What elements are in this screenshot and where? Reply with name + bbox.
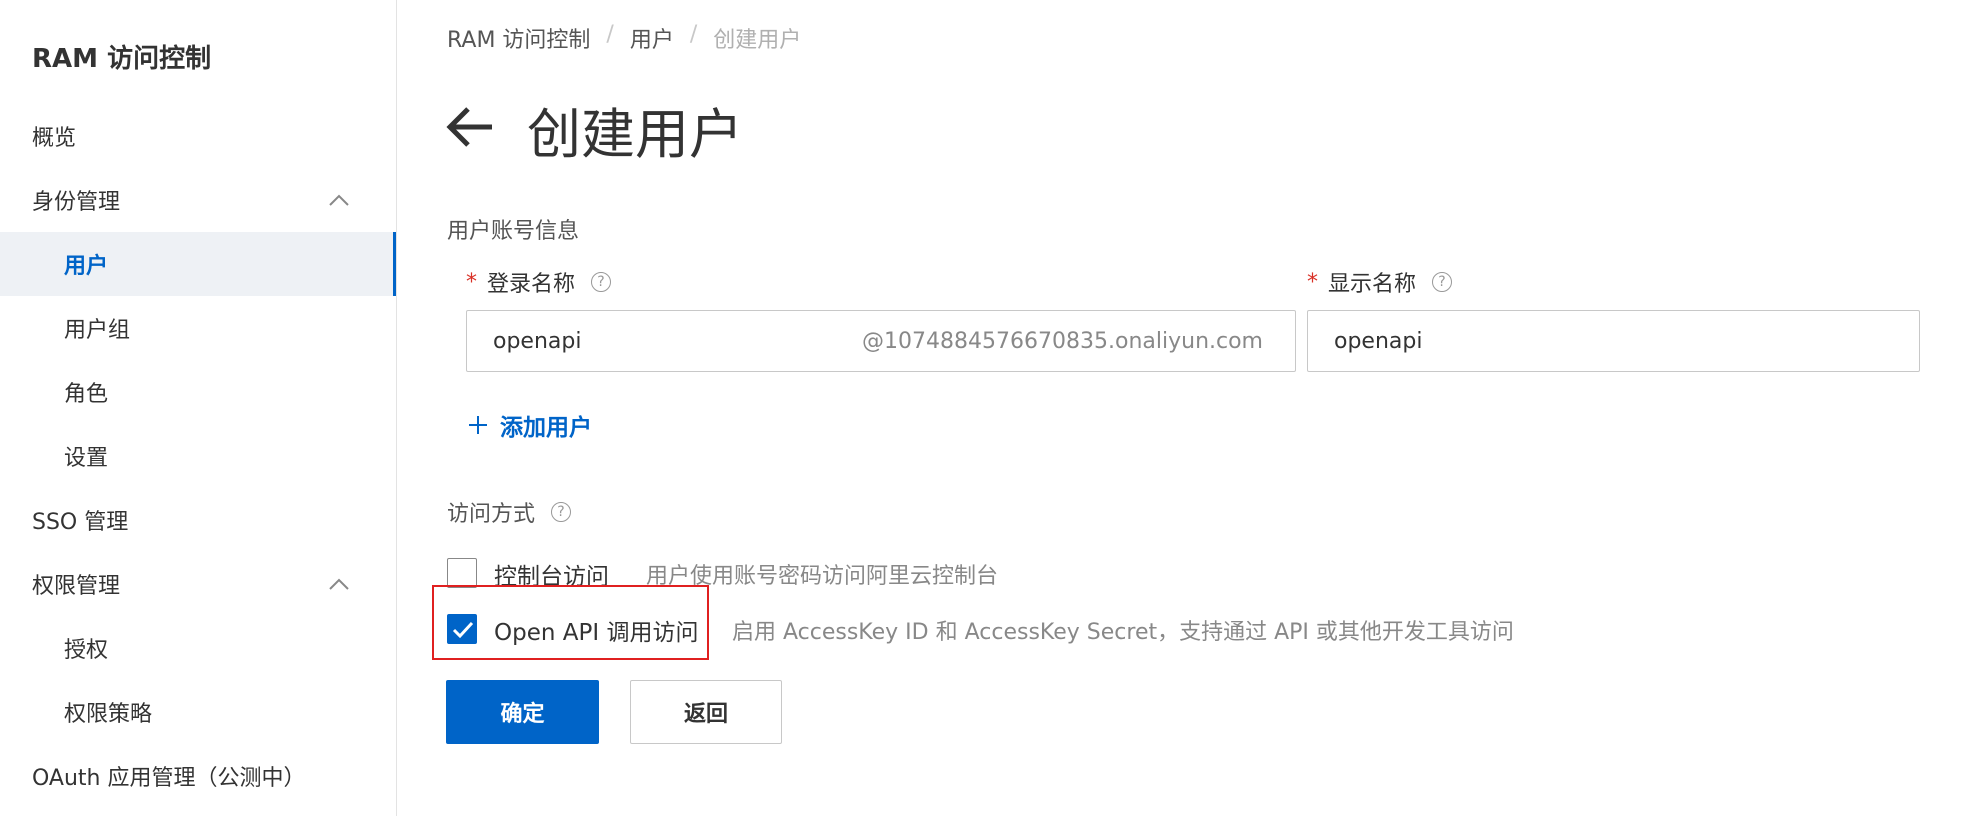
login-name-label: * 登录名称 ?: [466, 266, 612, 298]
sidebar-item-label: 用户: [64, 254, 109, 279]
sidebar-item-user-groups[interactable]: 用户组: [0, 296, 396, 360]
sidebar-item-label: 身份管理: [32, 190, 121, 215]
display-name-label: * 显示名称 ?: [1307, 266, 1453, 298]
back-button[interactable]: 返回: [630, 680, 782, 744]
breadcrumb-root[interactable]: RAM 访问控制: [447, 22, 590, 54]
breadcrumb-users[interactable]: 用户: [630, 22, 674, 54]
sidebar-item-grants[interactable]: 授权: [0, 616, 396, 680]
login-name-value: openapi: [493, 328, 582, 354]
breadcrumb: RAM 访问控制 / 用户 / 创建用户: [447, 22, 801, 54]
sidebar-item-label: 用户组: [64, 318, 131, 343]
sidebar-item-identity[interactable]: 身份管理: [0, 168, 396, 232]
login-name-suffix: @1074884576670835.onaliyun.com: [862, 328, 1263, 354]
chevron-up-icon[interactable]: [328, 574, 350, 596]
breadcrumb-separator: /: [606, 22, 614, 47]
back-arrow-icon[interactable]: [446, 102, 496, 152]
display-name-input[interactable]: openapi: [1307, 310, 1920, 372]
console-access-checkbox[interactable]: [447, 558, 477, 588]
sidebar-item-roles[interactable]: 角色: [0, 360, 396, 424]
required-mark: *: [1307, 269, 1318, 295]
help-icon[interactable]: ?: [591, 272, 612, 292]
help-icon[interactable]: ?: [551, 502, 572, 522]
sidebar: RAM 访问控制 概览 身份管理 用户 用户组 角色 设置 SSO 管理 权限管…: [0, 0, 397, 816]
sidebar-item-label: 权限策略: [64, 702, 153, 727]
sidebar-item-oauth[interactable]: OAuth 应用管理（公测中）: [0, 744, 396, 808]
sidebar-item-label: OAuth 应用管理（公测中）: [32, 766, 306, 791]
sidebar-item-label: 授权: [64, 638, 109, 663]
sidebar-item-users[interactable]: 用户: [0, 232, 396, 296]
plus-icon: [469, 416, 487, 434]
add-user-button[interactable]: 添加用户: [468, 408, 592, 442]
annotation-highlight-box: [432, 585, 709, 660]
sidebar-item-policies[interactable]: 权限策略: [0, 680, 396, 744]
access-section-title: 访问方式 ?: [447, 496, 572, 528]
chevron-up-icon[interactable]: [328, 190, 350, 212]
sidebar-item-label: 概览: [32, 126, 77, 151]
sidebar-title: RAM 访问控制: [32, 44, 212, 74]
sidebar-item-settings[interactable]: 设置: [0, 424, 396, 488]
required-mark: *: [466, 269, 477, 295]
display-name-value: openapi: [1334, 328, 1423, 354]
sidebar-item-overview[interactable]: 概览: [0, 104, 396, 168]
account-section-title: 用户账号信息: [447, 219, 580, 244]
login-name-input[interactable]: openapi @1074884576670835.onaliyun.com: [466, 310, 1296, 372]
login-name-label-text: 登录名称: [487, 272, 576, 297]
breadcrumb-separator: /: [689, 22, 698, 47]
sidebar-item-sso[interactable]: SSO 管理: [0, 488, 396, 552]
sidebar-item-label: 设置: [64, 446, 109, 471]
breadcrumb-current: 创建用户: [713, 28, 802, 53]
display-name-label-text: 显示名称: [1328, 272, 1417, 297]
sidebar-item-label: 权限管理: [32, 574, 121, 599]
sidebar-item-permissions[interactable]: 权限管理: [0, 552, 396, 616]
sidebar-item-label: 角色: [64, 382, 109, 407]
access-section-label: 访问方式: [447, 502, 536, 527]
sidebar-item-label: SSO 管理: [32, 510, 129, 535]
api-access-description: 启用 AccessKey ID 和 AccessKey Secret，支持通过 …: [732, 620, 1514, 645]
help-icon[interactable]: ?: [1432, 272, 1453, 292]
add-user-label: 添加用户: [500, 415, 592, 441]
page-title: 创建用户: [527, 103, 743, 166]
confirm-button[interactable]: 确定: [446, 680, 599, 744]
